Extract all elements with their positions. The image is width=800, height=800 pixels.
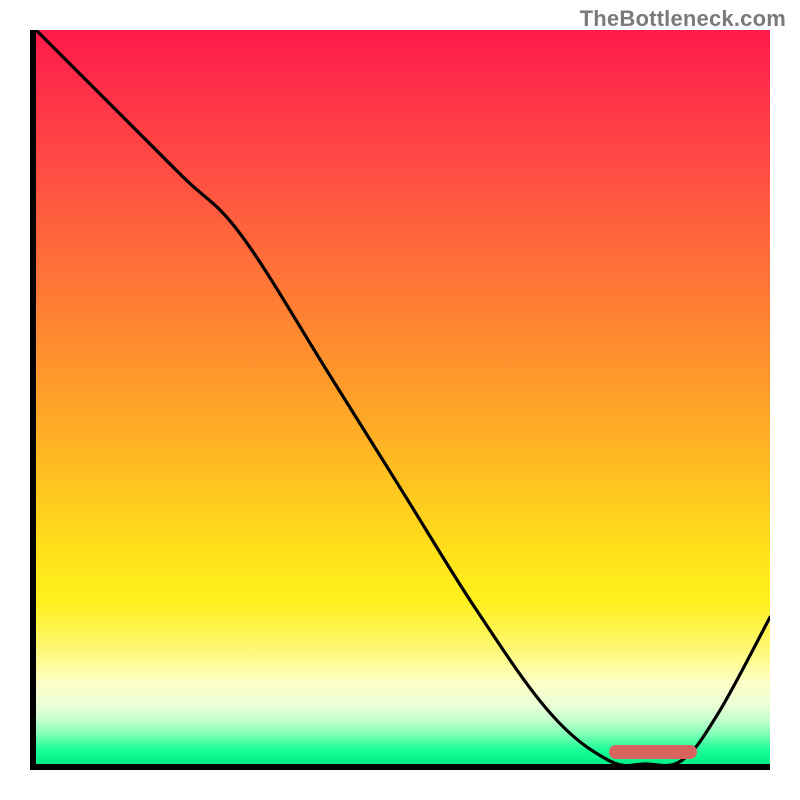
x-axis <box>30 764 770 770</box>
watermark-text: TheBottleneck.com <box>580 6 786 32</box>
curve-line <box>36 30 770 764</box>
y-axis <box>30 30 36 770</box>
chart-frame: TheBottleneck.com <box>0 0 800 800</box>
valley-marker <box>609 745 697 759</box>
curve-svg <box>36 30 770 764</box>
plot-area <box>36 30 770 764</box>
